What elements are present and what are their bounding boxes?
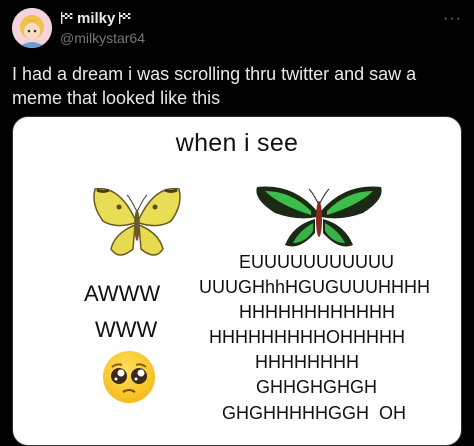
left-text-line: AWWW [84,281,161,306]
checkered-flag-icon [118,11,132,27]
right-text-line: GHHGHGHGH [256,377,377,397]
pleading-face-icon [103,351,155,403]
more-options-icon[interactable]: ··· [443,10,462,28]
tweet-media[interactable]: when i see AWWW WWW EUUUUUUUUUUU UUUGHhh… [12,116,462,446]
tweet-text: I had a dream i was scrolling thru twitt… [12,64,417,108]
right-text-line: UUUGHhhHGUGUUUHHHH [199,277,431,297]
checkered-flag-icon [60,11,74,27]
right-text-line: HHHHHHHHHHHH [239,302,395,322]
display-name[interactable]: milky [77,10,115,27]
green-butterfly-icon [256,186,382,247]
right-text-line: EUUUUUUUUUUU [239,252,394,272]
yellow-butterfly-icon [93,187,181,256]
handle[interactable]: @milkystar64 [60,30,145,46]
right-text-line: HHHHHHHH [255,352,359,372]
display-name-row[interactable]: milky [60,10,132,27]
avatar[interactable] [12,8,52,48]
right-text-line: HHHHHHHHHOHHHHH [209,327,405,347]
meme-title: when i see [175,129,299,157]
left-text-line: WWW [95,317,158,342]
right-text-line: GHGHHHHHGGH OH [222,403,406,423]
